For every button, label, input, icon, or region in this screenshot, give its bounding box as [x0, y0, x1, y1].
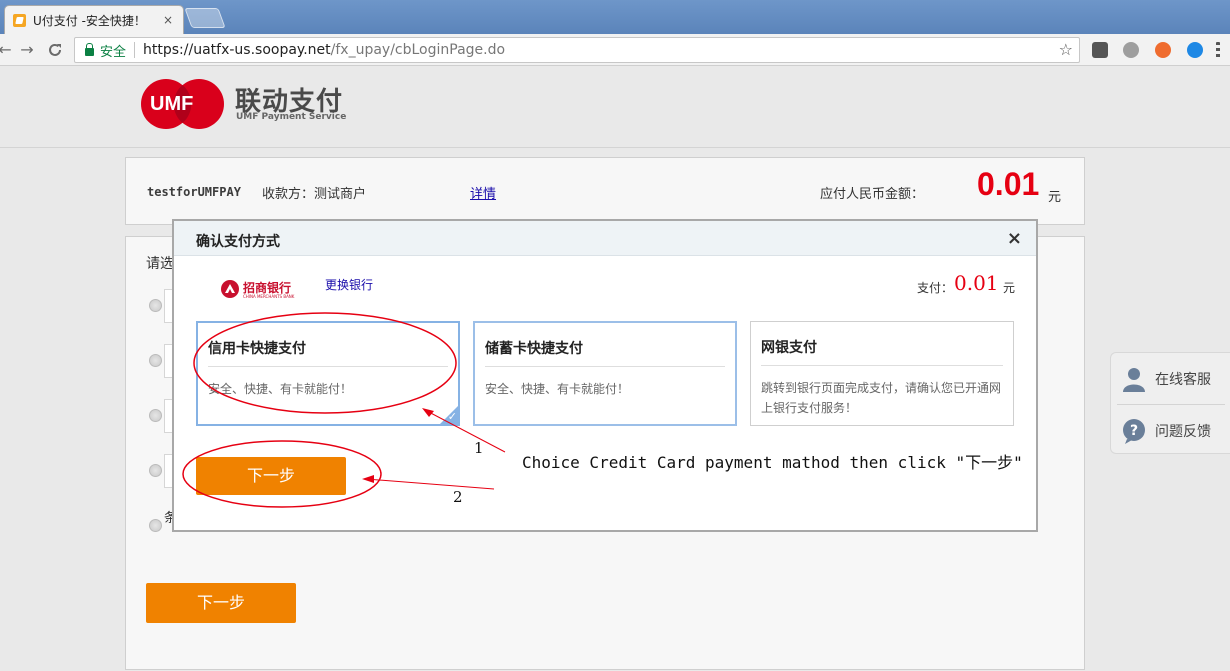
confirm-payment-dialog: 确认支付方式 × 招商银行 CHINA MERCHANTS BANK 更换银行 …	[172, 219, 1038, 532]
option-debit-card-quick-pay[interactable]: 储蓄卡快捷支付 安全、快捷、有卡就能付！	[473, 321, 737, 426]
svg-text:?: ?	[1130, 423, 1138, 439]
option-title: 网银支付	[761, 340, 817, 356]
dialog-next-button[interactable]: 下一步	[196, 457, 346, 495]
page-next-button[interactable]: 下一步	[146, 583, 296, 623]
annotation-instruction: Choice Credit Card payment mathod then c…	[522, 453, 1023, 472]
browser-tab[interactable]: U付支付 -安全快捷！ ×	[4, 5, 184, 34]
bank-radio-4[interactable]	[149, 464, 162, 477]
address-bar[interactable]: 安全 https://uatfx-us.soopay.net /fx_upay/…	[74, 37, 1080, 63]
extension-blue-icon[interactable]	[1187, 42, 1203, 58]
payee-label: 收款方：测试商户	[262, 187, 367, 202]
favicon-icon	[13, 13, 26, 27]
bank-radio-5[interactable]	[149, 519, 162, 532]
customer-service-icon	[1123, 368, 1145, 392]
option-description: 跳转到银行页面完成支付，请确认您已开通网上银行支付服务！	[761, 381, 1002, 415]
bookmark-star-icon[interactable]: ☆	[1059, 40, 1073, 59]
option-divider	[208, 366, 448, 367]
bank-radio-1[interactable]	[149, 299, 162, 312]
cmb-emblem-icon	[221, 280, 239, 298]
online-service-label: 在线客服	[1155, 372, 1211, 388]
order-amount: 0.01	[977, 166, 1040, 202]
pay-amount-unit: 元	[1003, 281, 1016, 295]
detail-link[interactable]: 详情	[470, 183, 496, 202]
secure-label: 安全	[100, 44, 127, 60]
lock-icon	[85, 42, 94, 56]
feedback-button[interactable]: ? 问题反馈	[1121, 411, 1211, 451]
annotation-step-1: 1	[474, 439, 484, 457]
url-path: /fx_upay/cbLoginPage.do	[330, 42, 506, 58]
order-info-panel: testforUMFPAY 收款方：测试商户 详情 应付人民币金额： 0.01 …	[125, 157, 1085, 225]
page-header: UMF 联动支付 UMF Payment Service	[0, 67, 1230, 148]
order-amount-unit: 元	[1048, 190, 1062, 205]
extension-shield-icon[interactable]	[1123, 42, 1139, 58]
cmb-bank-logo: 招商银行 CHINA MERCHANTS BANK	[220, 277, 302, 301]
option-title: 储蓄卡快捷支付	[485, 341, 583, 357]
option-credit-card-quick-pay[interactable]: 信用卡快捷支付 安全、快捷、有卡就能付！ ✓	[196, 321, 460, 426]
option-title: 信用卡快捷支付	[208, 341, 306, 357]
option-online-banking[interactable]: 网银支付 跳转到银行页面完成支付，请确认您已开通网上银行支付服务！	[750, 321, 1014, 426]
tab-close-icon[interactable]: ×	[161, 13, 175, 27]
feedback-question-icon: ?	[1123, 419, 1145, 444]
browser-toolbar: ← → 安全 https://uatfx-us.soopay.net /fx_u…	[0, 34, 1230, 66]
dialog-close-icon[interactable]: ×	[1007, 228, 1022, 249]
change-bank-link[interactable]: 更换银行	[325, 276, 373, 293]
pay-label: 支付：	[917, 281, 954, 295]
checkmark-icon: ✓	[447, 410, 457, 423]
rmb-amount-label: 应付人民币金额：	[820, 187, 925, 202]
bank-radio-2[interactable]	[149, 354, 162, 367]
browser-tab-strip: U付支付 -安全快捷！ ×	[0, 0, 1230, 34]
cmb-bank-name-en: CHINA MERCHANTS BANK	[243, 294, 295, 299]
option-divider	[761, 365, 1003, 366]
option-divider	[485, 366, 725, 367]
omnibox-divider	[134, 42, 136, 58]
option-description: 安全、快捷、有卡就能付！	[485, 382, 630, 396]
pay-amount: 0.01	[954, 271, 999, 295]
url-host: https://uatfx-us.soopay.net	[143, 42, 331, 58]
tab-title: U付支付 -安全快捷！	[33, 13, 146, 28]
browser-menu-icon[interactable]	[1216, 42, 1220, 58]
extension-orange-icon[interactable]	[1155, 42, 1171, 58]
logo-text: UMF	[150, 93, 194, 115]
merchant-code: testforUMFPAY	[147, 185, 241, 199]
method-hint: 请选	[146, 256, 174, 272]
back-icon[interactable]: ←	[0, 39, 16, 61]
reload-icon[interactable]	[44, 39, 66, 61]
option-description: 安全、快捷、有卡就能付！	[208, 382, 353, 396]
feedback-label: 问题反馈	[1155, 424, 1211, 440]
brand-tagline: UMF Payment Service	[236, 112, 347, 122]
side-divider	[1117, 404, 1225, 405]
annotation-step-2: 2	[453, 488, 463, 506]
forward-icon[interactable]: →	[16, 39, 38, 61]
dialog-header: 确认支付方式 ×	[174, 221, 1036, 256]
extension-puzzle-icon[interactable]	[1092, 42, 1108, 58]
bank-radio-3[interactable]	[149, 409, 162, 422]
new-tab-button[interactable]	[184, 8, 226, 28]
side-service-widget: 在线客服 ? 问题反馈	[1110, 352, 1230, 454]
dialog-title: 确认支付方式	[196, 234, 280, 250]
online-service-button[interactable]: 在线客服	[1121, 359, 1211, 399]
